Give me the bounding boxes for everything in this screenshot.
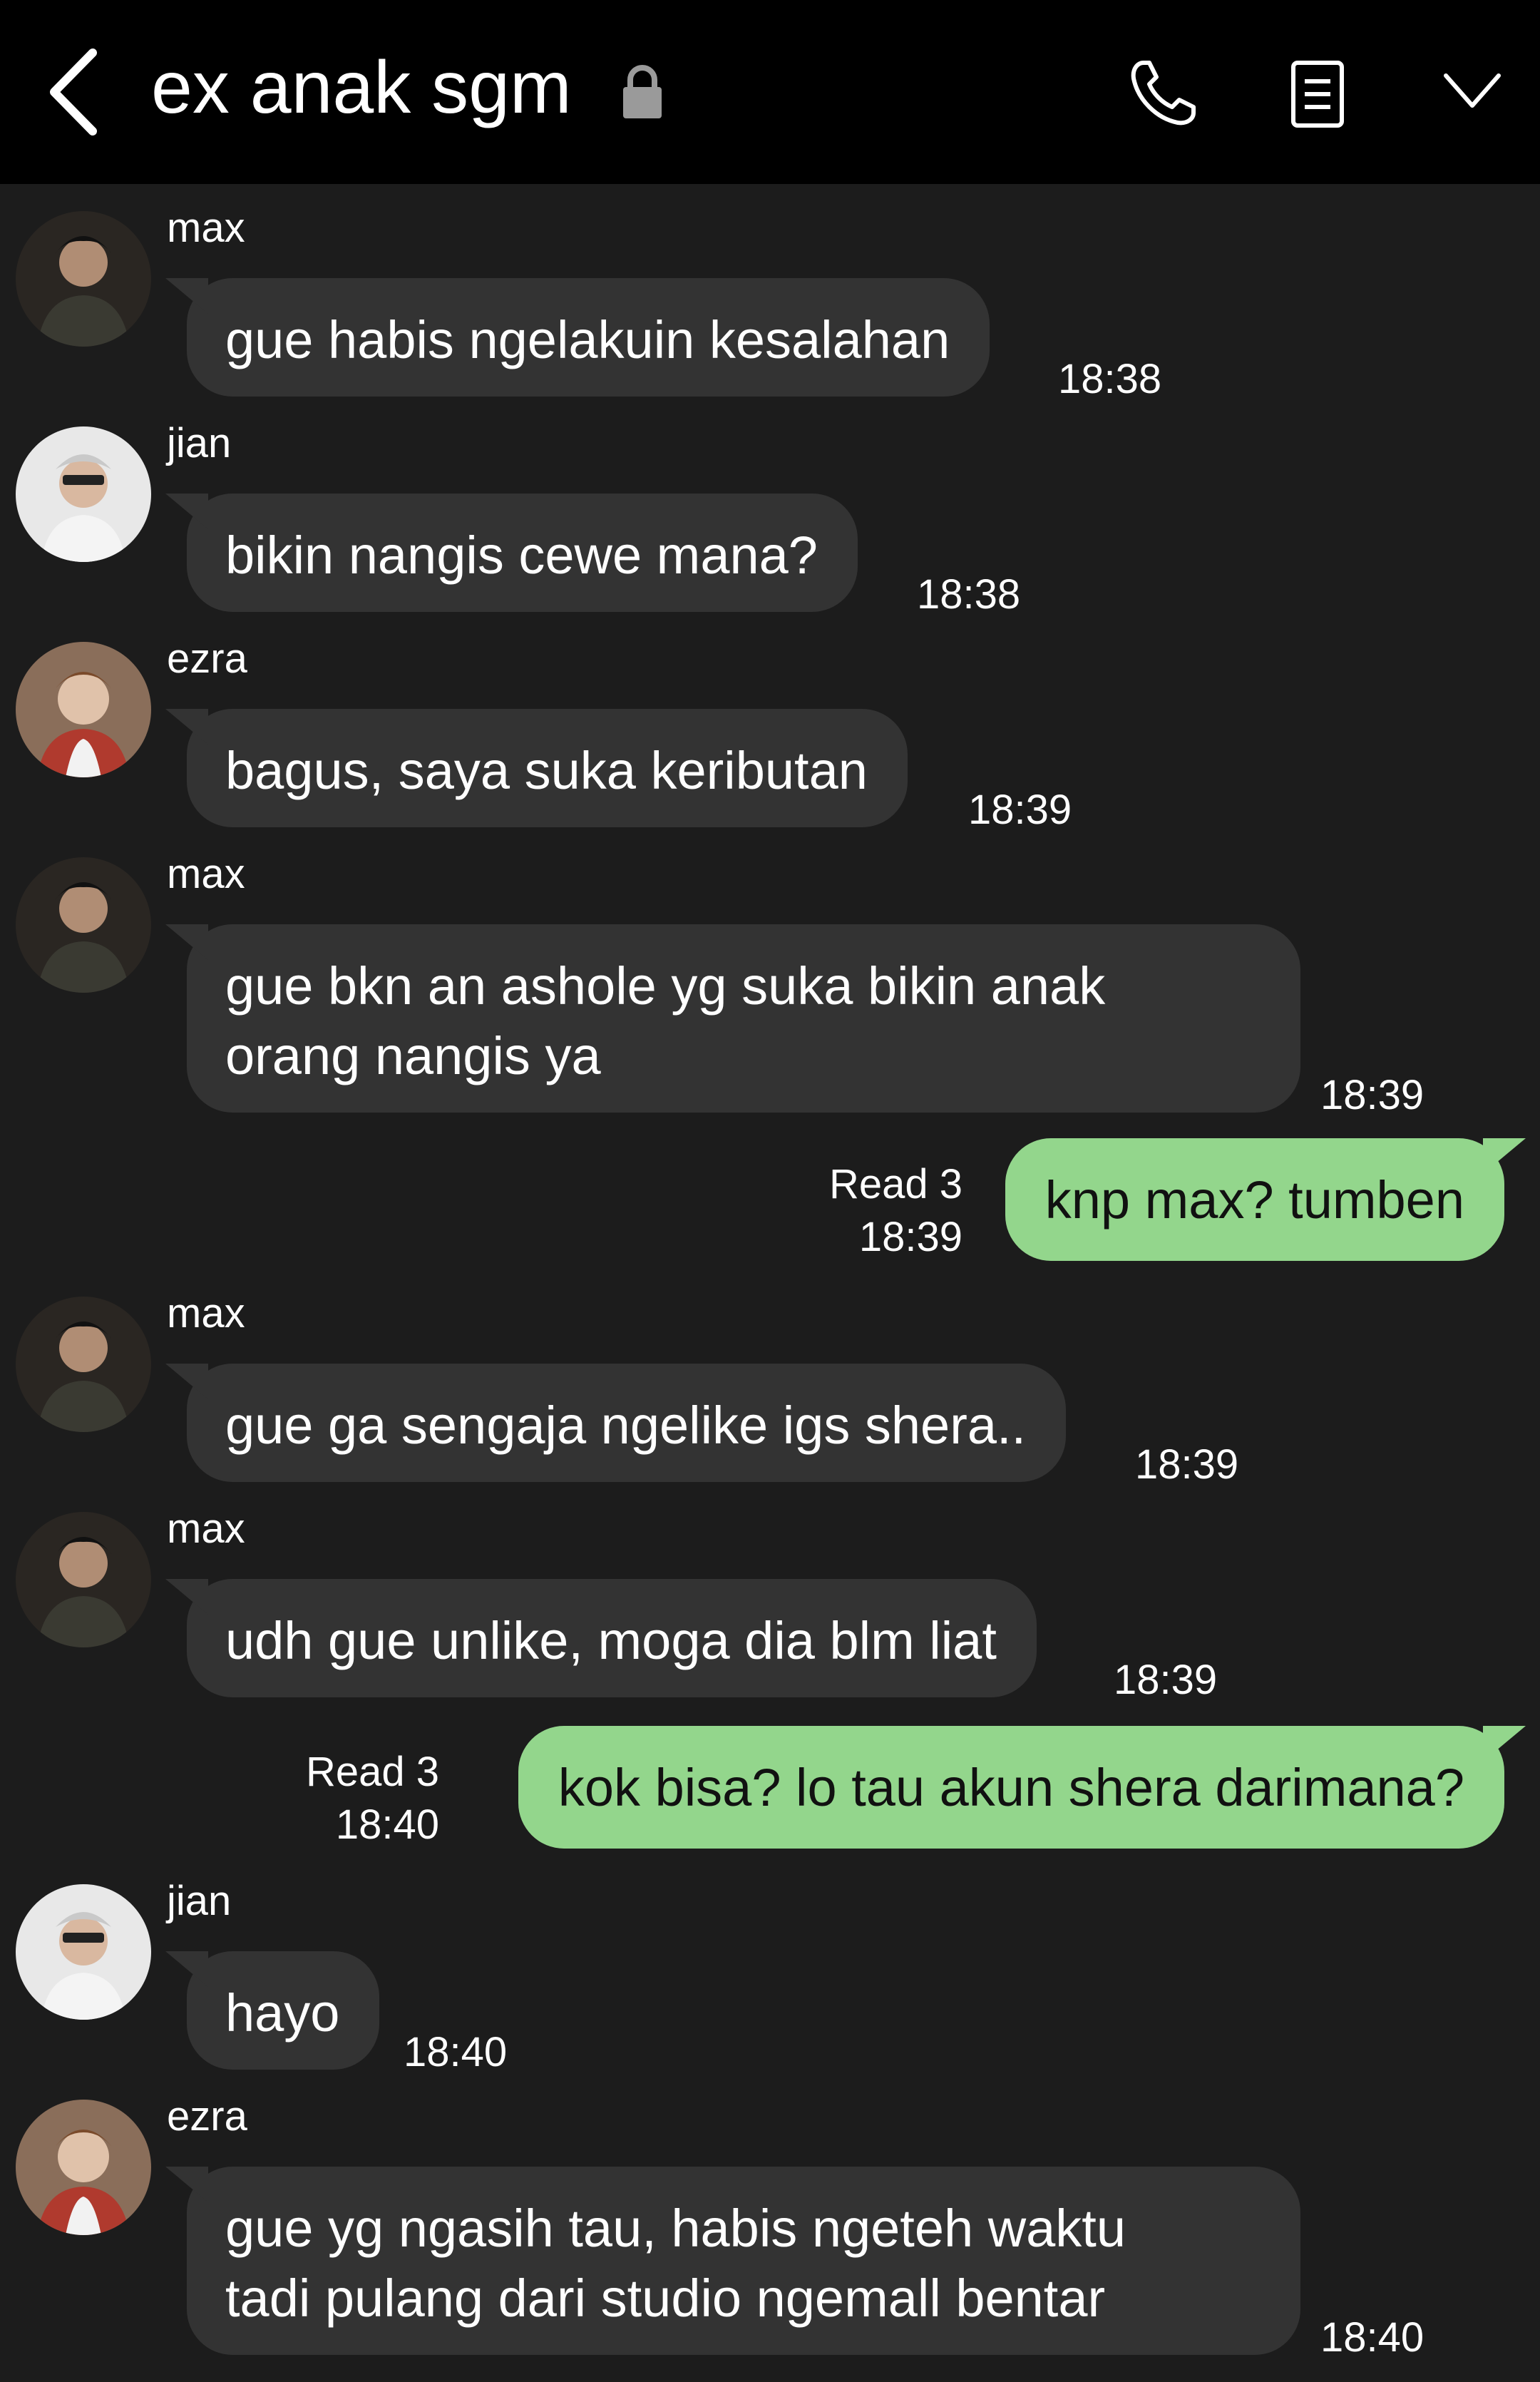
avatar-image [16,857,151,993]
avatar-image [16,1884,151,2020]
avatar-jian[interactable] [16,1884,151,2020]
avatar-image [16,1297,151,1432]
read-receipt: Read 3 18:40 [306,1746,439,1851]
message-bubble[interactable]: gue yg ngasih tau, habis ngeteh waktu ta… [187,2167,1300,2355]
message-time: 18:39 [1114,1657,1218,1703]
sender-name: ezra [167,635,247,682]
back-arrow-icon[interactable] [43,46,107,138]
avatar-ezra[interactable] [16,2100,151,2235]
avatar-max[interactable] [16,1297,151,1432]
avatar-jian[interactable] [16,426,151,562]
avatar-max[interactable] [16,1512,151,1647]
chat-header: ex anak sgm [0,0,1540,184]
avatar-image [16,211,151,347]
message-time: 18:39 [858,1214,962,1260]
message-time: 18:40 [335,1801,439,1848]
sender-name: max [167,1506,245,1552]
message-bubble[interactable]: bagus, saya suka keributan [187,709,908,827]
sender-name: ezra [167,2093,247,2140]
message-bubble[interactable]: hayo [187,1951,380,2070]
message-bubble[interactable]: udh gue unlike, moga dia blm liat [187,1579,1037,1697]
chevron-down-icon[interactable] [1442,68,1503,114]
sender-name: jian [167,1878,232,1924]
message-bubble[interactable]: bikin nangis cewe mana? [187,494,858,612]
message-time: 18:40 [1320,2314,1424,2361]
message-line: tadi pulang dari studio ngemall bentar [225,2269,1106,2328]
message-line: gue bkn an ashole yg suka bikin anak [225,956,1106,1016]
read-status: Read 3 [828,1161,962,1207]
message-bubble[interactable]: gue bkn an ashole yg suka bikin anak ora… [187,924,1300,1113]
message-line: gue yg ngasih tau, habis ngeteh waktu [225,2199,1126,2258]
message-time: 18:38 [917,571,1021,618]
avatar-image [16,426,151,562]
read-status: Read 3 [305,1749,439,1795]
message-bubble-outgoing[interactable]: knp max? tumben [1005,1138,1504,1261]
notes-icon[interactable] [1289,58,1346,130]
message-time: 18:38 [1058,356,1162,402]
sender-name: jian [167,420,232,466]
chat-title: ex anak sgm [151,46,572,129]
message-bubble[interactable]: gue habis ngelakuin kesalahan [187,278,990,397]
lock-icon [623,65,662,118]
avatar-image [16,1512,151,1647]
sender-name: max [167,1290,245,1336]
avatar-ezra[interactable] [16,642,151,777]
avatar-max[interactable] [16,211,151,347]
sender-name: max [167,205,245,251]
message-time: 18:39 [1135,1441,1239,1488]
sender-name: max [167,851,245,897]
message-time: 18:40 [404,2029,508,2075]
message-time: 18:39 [1320,1072,1424,1118]
avatar-image [16,2100,151,2235]
avatar-max[interactable] [16,857,151,993]
message-bubble[interactable]: gue ga sengaja ngelike igs shera.. [187,1364,1067,1482]
read-receipt: Read 3 18:39 [829,1158,962,1264]
phone-icon[interactable] [1128,57,1199,128]
message-list[interactable]: max gue habis ngelakuin kesalahan 18:38 … [0,184,1540,2382]
message-time: 18:39 [968,787,1072,833]
message-bubble-outgoing[interactable]: kok bisa? lo tau akun shera darimana? [518,1726,1504,1849]
message-line: orang nangis ya [225,1026,601,1085]
avatar-image [16,642,151,777]
